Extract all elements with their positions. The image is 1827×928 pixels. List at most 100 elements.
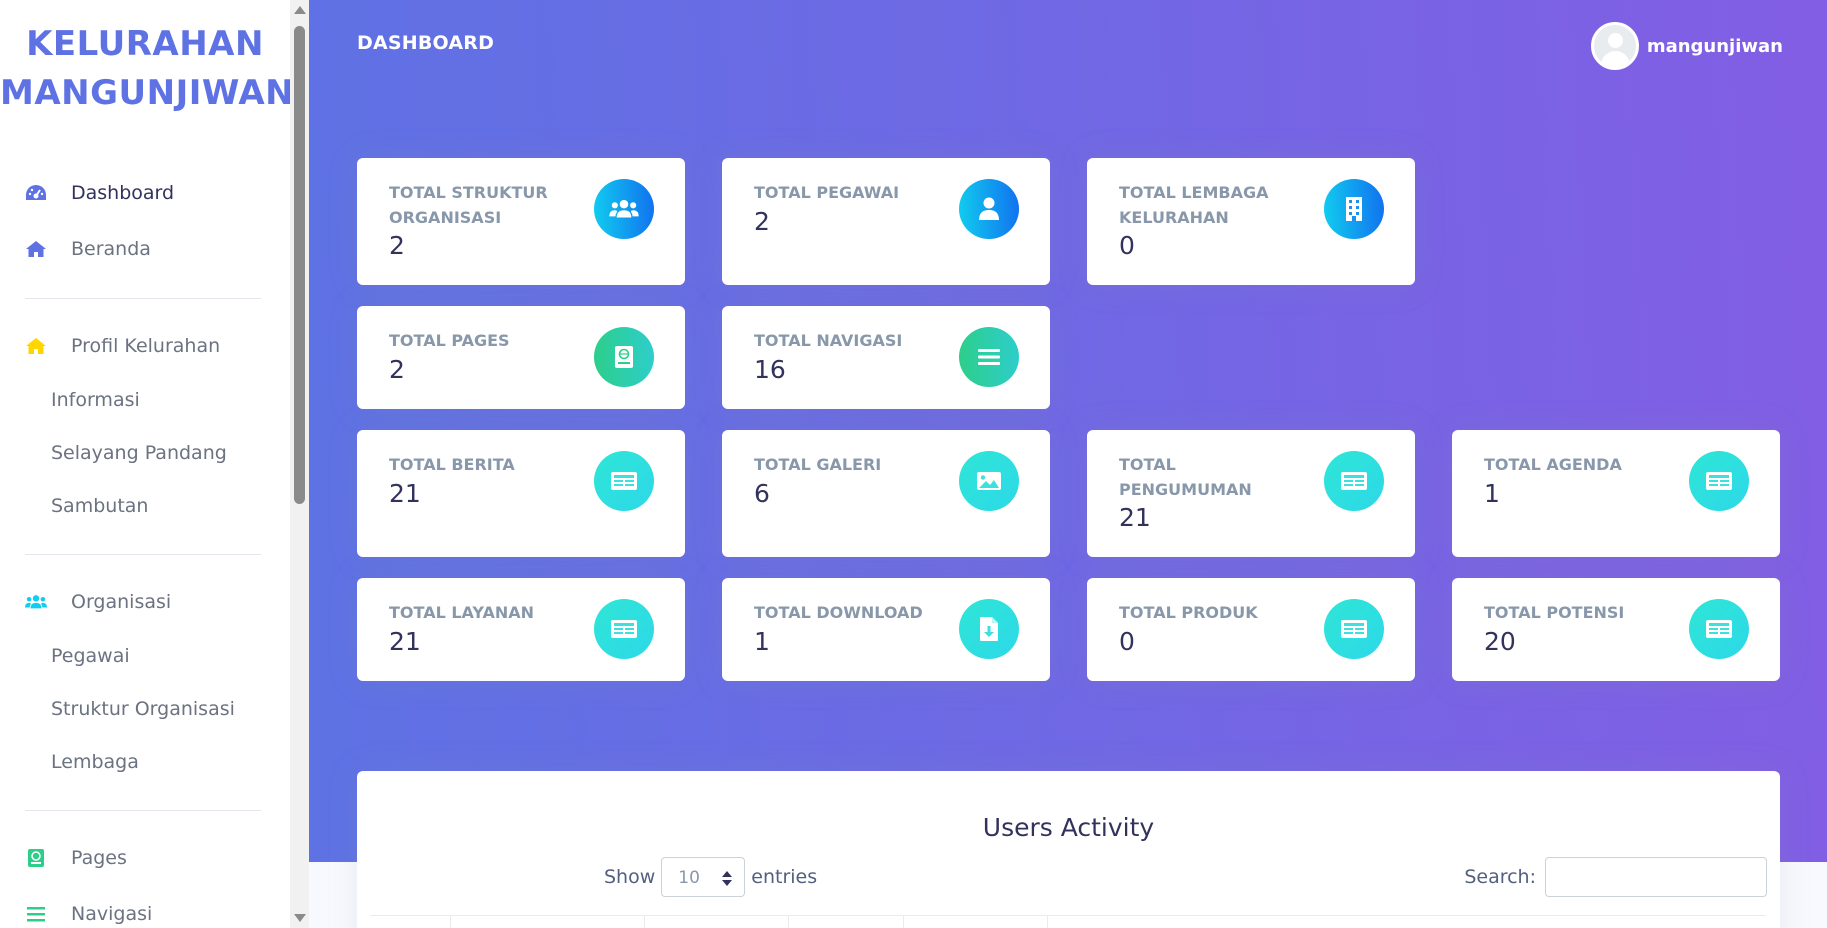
image-icon [959,451,1019,511]
stat-card-layanan[interactable]: TOTAL LAYANAN 21 [357,578,685,681]
card-title: TOTAL NAVIGASI [754,331,903,350]
newspaper-icon [594,599,654,659]
brand-line-2: MANGUNJIWAN [0,73,295,113]
card-value: 6 [754,479,770,508]
user-menu[interactable]: mangunjiwan [1590,22,1783,70]
entries-select[interactable]: 10 [661,857,746,897]
card-title: TOTAL AGENDA [1484,455,1622,474]
newspaper-icon [594,451,654,511]
entries-select-value: 10 [678,868,700,888]
card-value: 21 [1119,503,1151,532]
sidebar-item-organisasi[interactable]: Organisasi [25,587,171,617]
card-title: TOTAL STRUKTUR ORGANISASI [389,183,548,227]
newspaper-icon [1324,451,1384,511]
bars-icon [959,327,1019,387]
card-value: 1 [754,627,770,656]
newspaper-icon [1689,599,1749,659]
card-value: 2 [754,207,770,236]
stat-card-struktur-organisasi[interactable]: TOTAL STRUKTUR ORGANISASI 2 [357,158,685,285]
card-title: TOTAL PENGUMUMAN [1119,455,1252,499]
table-title: Users Activity [982,813,1155,842]
home-icon [25,238,47,260]
users-activity-card: Users Activity Show 10 entries Search: [357,771,1780,928]
table-column-separator [450,915,451,928]
stat-card-download[interactable]: TOTAL DOWNLOAD 1 [722,578,1050,681]
caret-up-icon [722,871,733,877]
scroll-down-arrow-icon[interactable] [294,914,306,922]
sidebar-item-label: Profil Kelurahan [71,335,221,357]
card-title: TOTAL GALERI [754,455,882,474]
card-title: TOTAL PAGES [389,331,510,350]
card-value: 16 [754,355,786,384]
card-title: TOTAL LEMBAGA KELURAHAN [1119,183,1269,227]
sidebar-item-struktur-organisasi[interactable]: Struktur Organisasi [51,695,235,723]
sidebar-divider [25,298,261,299]
table-column-separator [644,915,645,928]
stat-card-pegawai[interactable]: TOTAL PEGAWAI 2 [722,158,1050,285]
card-value: 21 [389,627,421,656]
card-value: 20 [1484,627,1516,656]
home-icon [25,335,47,357]
card-value: 2 [389,231,405,260]
sidebar-item-lembaga[interactable]: Lembaga [51,748,139,776]
stat-card-potensi[interactable]: TOTAL POTENSI 20 [1452,578,1780,681]
sidebar-item-pegawai[interactable]: Pegawai [51,642,130,670]
sidebar-item-beranda[interactable]: Beranda [25,234,151,264]
stat-card-berita[interactable]: TOTAL BERITA 21 [357,430,685,557]
card-title: TOTAL BERITA [389,455,515,474]
sidebar-item-profil-kelurahan[interactable]: Profil Kelurahan [25,331,220,361]
stat-card-produk[interactable]: TOTAL PRODUK 0 [1087,578,1415,681]
building-icon [1324,179,1384,239]
newspaper-icon [1324,599,1384,659]
sidebar-item-selayang-pandang[interactable]: Selayang Pandang [51,439,227,467]
scrollbar-thumb[interactable] [294,26,305,504]
caret-down-icon [722,880,733,886]
card-value: 21 [389,479,421,508]
table-header-border [370,915,1766,916]
book-icon [594,327,654,387]
sidebar-item-label: Organisasi [71,591,172,613]
card-value: 1 [1484,479,1500,508]
sidebar-item-label: Pages [71,847,127,869]
stat-card-pengumuman[interactable]: TOTAL PENGUMUMAN 21 [1087,430,1415,557]
stat-card-navigasi[interactable]: TOTAL NAVIGASI 16 [722,306,1050,409]
stat-card-galeri[interactable]: TOTAL GALERI 6 [722,430,1050,557]
book-icon [25,847,47,869]
card-title: TOTAL DOWNLOAD [754,603,923,622]
sidebar-item-label: Navigasi [71,903,153,925]
stat-card-pages[interactable]: TOTAL PAGES 2 [357,306,685,409]
stat-card-lembaga-kelurahan[interactable]: TOTAL LEMBAGA KELURAHAN 0 [1087,158,1415,285]
page-title: DASHBOARD [357,32,495,54]
sidebar-item-label: Dashboard [71,182,175,204]
table-column-separator [1047,915,1048,928]
sidebar-item-navigasi[interactable]: Navigasi [25,899,152,928]
username[interactable]: mangunjiwan [1647,36,1783,57]
dashboard-icon [25,182,47,204]
users-icon [594,179,654,239]
brand-logo[interactable]: KELURAHAN MANGUNJIWAN [0,20,295,118]
stat-card-agenda[interactable]: TOTAL AGENDA 1 [1452,430,1780,557]
search-input[interactable] [1545,857,1767,897]
sidebar-item-label: Beranda [71,238,151,260]
user-icon [959,179,1019,239]
entries-length-control: Show 10 entries [604,857,817,897]
scroll-up-arrow-icon[interactable] [294,6,306,14]
card-title: TOTAL POTENSI [1484,603,1625,622]
avatar-head-shape [1607,33,1623,48]
sidebar-divider [25,554,261,555]
card-title: TOTAL PRODUK [1119,603,1258,622]
sidebar-item-pages[interactable]: Pages [25,843,127,873]
card-value: 2 [389,355,405,384]
sidebar-item-sambutan[interactable]: Sambutan [51,492,148,520]
file-download-icon [959,599,1019,659]
card-title: TOTAL LAYANAN [389,603,534,622]
show-label: Show [604,866,656,888]
table-column-separator [788,915,789,928]
sidebar-item-informasi[interactable]: Informasi [51,386,140,414]
sidebar-item-dashboard[interactable]: Dashboard [25,178,174,208]
newspaper-icon [1689,451,1749,511]
avatar[interactable] [1590,22,1639,70]
bars-icon [25,903,47,925]
sidebar-scrollbar[interactable] [290,0,309,928]
sidebar: KELURAHAN MANGUNJIWAN Dashboard Beranda … [0,0,309,928]
